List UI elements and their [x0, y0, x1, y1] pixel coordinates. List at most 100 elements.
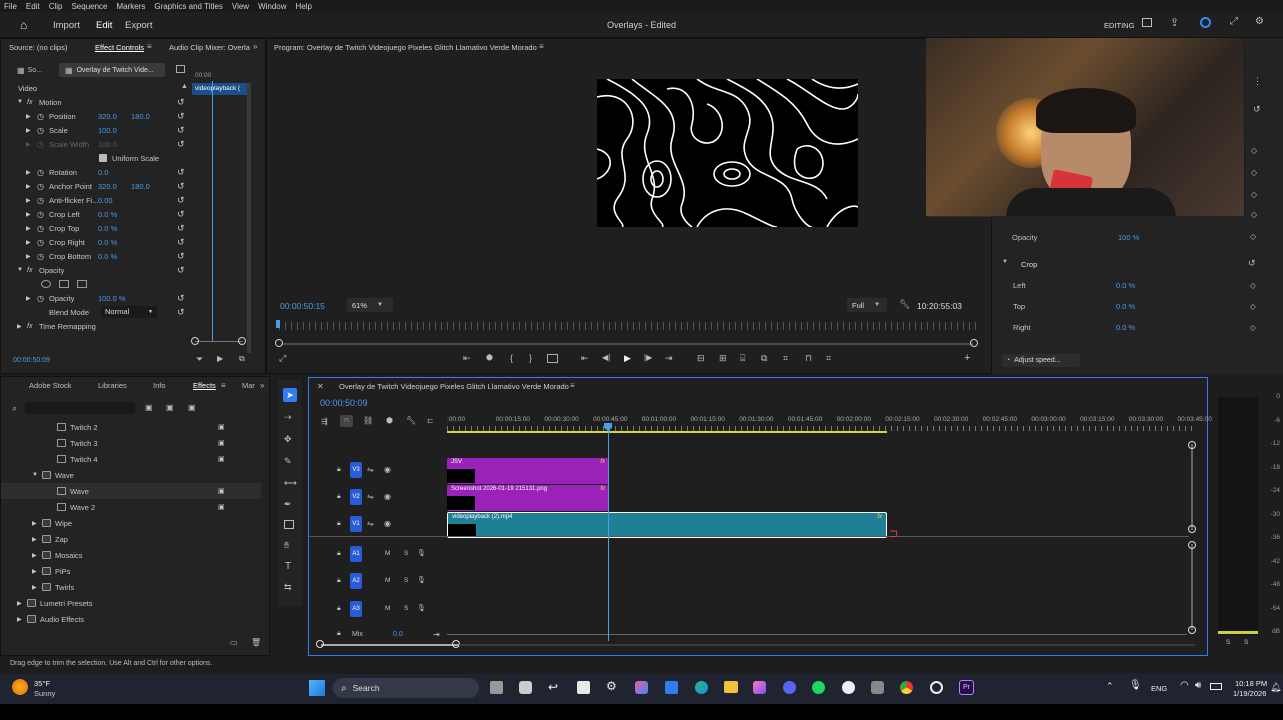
video-frame[interactable]	[597, 79, 858, 227]
chevron-right-icon[interactable]: ▶	[26, 141, 31, 148]
weather-icon[interactable]	[12, 679, 28, 695]
timeline-clip[interactable]: Screenshot 2026-01-19 215131.png fx	[447, 485, 609, 511]
app-icon[interactable]	[871, 681, 884, 694]
stopwatch-icon[interactable]: ◷	[37, 294, 44, 303]
keyframe-icon[interactable]: ◇	[1251, 146, 1257, 155]
zoom-handle-left[interactable]	[316, 640, 324, 648]
tab-source[interactable]: Source: (no clips)	[9, 43, 67, 52]
lock-icon[interactable]: 🔒︎	[337, 493, 341, 501]
property-value[interactable]: 0.00	[98, 196, 113, 205]
obs-icon[interactable]	[842, 681, 855, 694]
export-frame-icon[interactable]: ⧉	[239, 354, 245, 364]
mark-in-icon[interactable]: {	[510, 353, 513, 363]
stopwatch-icon[interactable]: ◷	[37, 168, 44, 177]
premiere-icon[interactable]: Pr	[959, 680, 974, 695]
menu-icon[interactable]: ≡	[221, 381, 226, 390]
play-icon[interactable]: ▶	[624, 353, 631, 364]
effects-list-item[interactable]: Twitch 2 ▣	[1, 419, 261, 435]
menu-item-sequence[interactable]: Sequence	[71, 2, 107, 11]
captions-icon[interactable]: ⊏	[427, 416, 434, 425]
eye-icon[interactable]: ◉	[384, 492, 391, 501]
chevron-down-icon[interactable]: ▼	[17, 99, 23, 105]
tray-chevron-icon[interactable]: ⌃	[1106, 681, 1114, 692]
program-playhead[interactable]	[276, 320, 280, 328]
lock-icon[interactable]: 🔒︎	[337, 550, 341, 558]
chevron-down-icon[interactable]: ▼	[32, 472, 38, 478]
stopwatch-icon[interactable]: ◷	[37, 224, 44, 233]
play-only-icon[interactable]: ▶	[217, 354, 223, 363]
timeline-clip[interactable]: videoplayback (2).mp4 fx	[447, 512, 887, 538]
keyframe-icon[interactable]: ◇	[1250, 232, 1256, 241]
reset-icon[interactable]: ↺	[177, 181, 185, 192]
chevron-right-icon[interactable]: ▶	[26, 253, 31, 260]
yuv-icon[interactable]: ▣	[188, 403, 196, 412]
camera-icon[interactable]: ⌸	[740, 353, 745, 364]
property-row[interactable]: ▼ fx Opacity ↺	[1, 263, 191, 277]
track-target-a1[interactable]: A1	[350, 546, 362, 562]
vr-icon[interactable]: ⊓	[805, 353, 812, 364]
type-tool-icon[interactable]: T	[285, 561, 291, 572]
slip-tool-icon[interactable]: ⟷	[284, 478, 297, 489]
more-panels-icon[interactable]: »	[260, 381, 264, 390]
extract-icon[interactable]: ⊞	[719, 353, 727, 364]
visual-studio-icon[interactable]	[665, 681, 678, 694]
microphone-icon[interactable]: 🎙︎	[417, 549, 426, 557]
property-value[interactable]: 320.0	[98, 112, 117, 121]
fx-icon[interactable]: fx	[27, 99, 32, 106]
tab-effect-controls[interactable]: Effect Controls	[95, 43, 144, 52]
linked-select-icon[interactable]: ⛓︎	[363, 416, 373, 425]
share-icon[interactable]: ⇪	[1170, 16, 1179, 29]
solo-button[interactable]: S	[404, 577, 408, 584]
ec-current-time[interactable]: 00:00:50:09	[13, 357, 50, 364]
app-icon[interactable]: ↩	[548, 680, 558, 694]
property-row[interactable]: Uniform Scale	[1, 151, 191, 165]
go-to-in-icon[interactable]: ⇤	[581, 353, 589, 364]
tab-info[interactable]: Info	[153, 381, 166, 390]
timeline-hscroll-track[interactable]	[459, 644, 1195, 646]
mini-playhead[interactable]	[212, 81, 213, 341]
mute-button[interactable]: M	[385, 550, 390, 557]
trim-icon[interactable]: ⌗	[783, 353, 788, 364]
audio-scrollbar[interactable]	[1191, 544, 1193, 630]
solo-button[interactable]: S	[404, 605, 408, 612]
chevron-right-icon[interactable]: ▶	[26, 113, 31, 120]
mute-button[interactable]: M	[385, 577, 390, 584]
fx-icon[interactable]: fx	[27, 323, 32, 330]
tab-mar[interactable]: Mar	[242, 381, 255, 390]
adjust-speed-button[interactable]: ◔ Adjust speed...	[1002, 354, 1080, 367]
tab-audio-mixer[interactable]: Audio Clip Mixer: Overla	[169, 43, 250, 52]
settings-icon[interactable]: ⚙	[606, 679, 617, 693]
property-value[interactable]: 0.0 %	[98, 238, 117, 247]
chevron-right-icon[interactable]: ▶	[26, 295, 31, 302]
menu-item-file[interactable]: File	[4, 2, 17, 11]
scroll-handle[interactable]	[1188, 441, 1196, 449]
lock-icon[interactable]: 🔒︎	[337, 466, 341, 474]
ripple-edit-tool-icon[interactable]: ✥	[284, 434, 292, 445]
collapse-icon[interactable]: ▼	[1002, 259, 1008, 265]
eye-icon[interactable]: ◉	[384, 519, 391, 528]
effects-list-item[interactable]: ▶ Mosaics	[1, 547, 261, 563]
sync-lock-icon[interactable]: ⇋	[367, 519, 374, 528]
app-icon[interactable]	[753, 681, 766, 694]
lift-icon[interactable]: ⊟	[697, 353, 705, 364]
lock-icon[interactable]: 🔒︎	[337, 577, 341, 585]
property-row[interactable]: ▶ fx Time Remapping	[1, 319, 191, 333]
property-value[interactable]: 100.0	[98, 140, 117, 149]
chevron-right-icon[interactable]: ▶	[32, 584, 37, 591]
taskbar-search[interactable]: ⌕ Search	[333, 678, 479, 698]
snap-icon[interactable]: ∩	[340, 415, 353, 427]
effects-list-item[interactable]: ▶ Twirls	[1, 579, 261, 595]
discord-icon[interactable]	[783, 681, 796, 694]
microphone-icon[interactable]: 🎙︎	[417, 576, 426, 584]
chevron-right-icon[interactable]: ▶	[26, 197, 31, 204]
step-back-icon[interactable]: ◀︎|	[602, 353, 610, 362]
keyframe-icon[interactable]: ◇	[1251, 210, 1257, 219]
app-icon[interactable]	[930, 681, 943, 694]
track-target-v1[interactable]: V1	[350, 516, 362, 532]
nest-icon[interactable]: ⇶	[321, 417, 328, 426]
settings-wrench-icon[interactable]: 🔧︎	[406, 416, 416, 425]
chevron-right-icon[interactable]: ▶	[17, 616, 22, 623]
add-marker-icon[interactable]: ⬢	[486, 353, 493, 362]
tab-libraries[interactable]: Libraries	[98, 381, 127, 390]
mute-button[interactable]: M	[385, 605, 390, 612]
